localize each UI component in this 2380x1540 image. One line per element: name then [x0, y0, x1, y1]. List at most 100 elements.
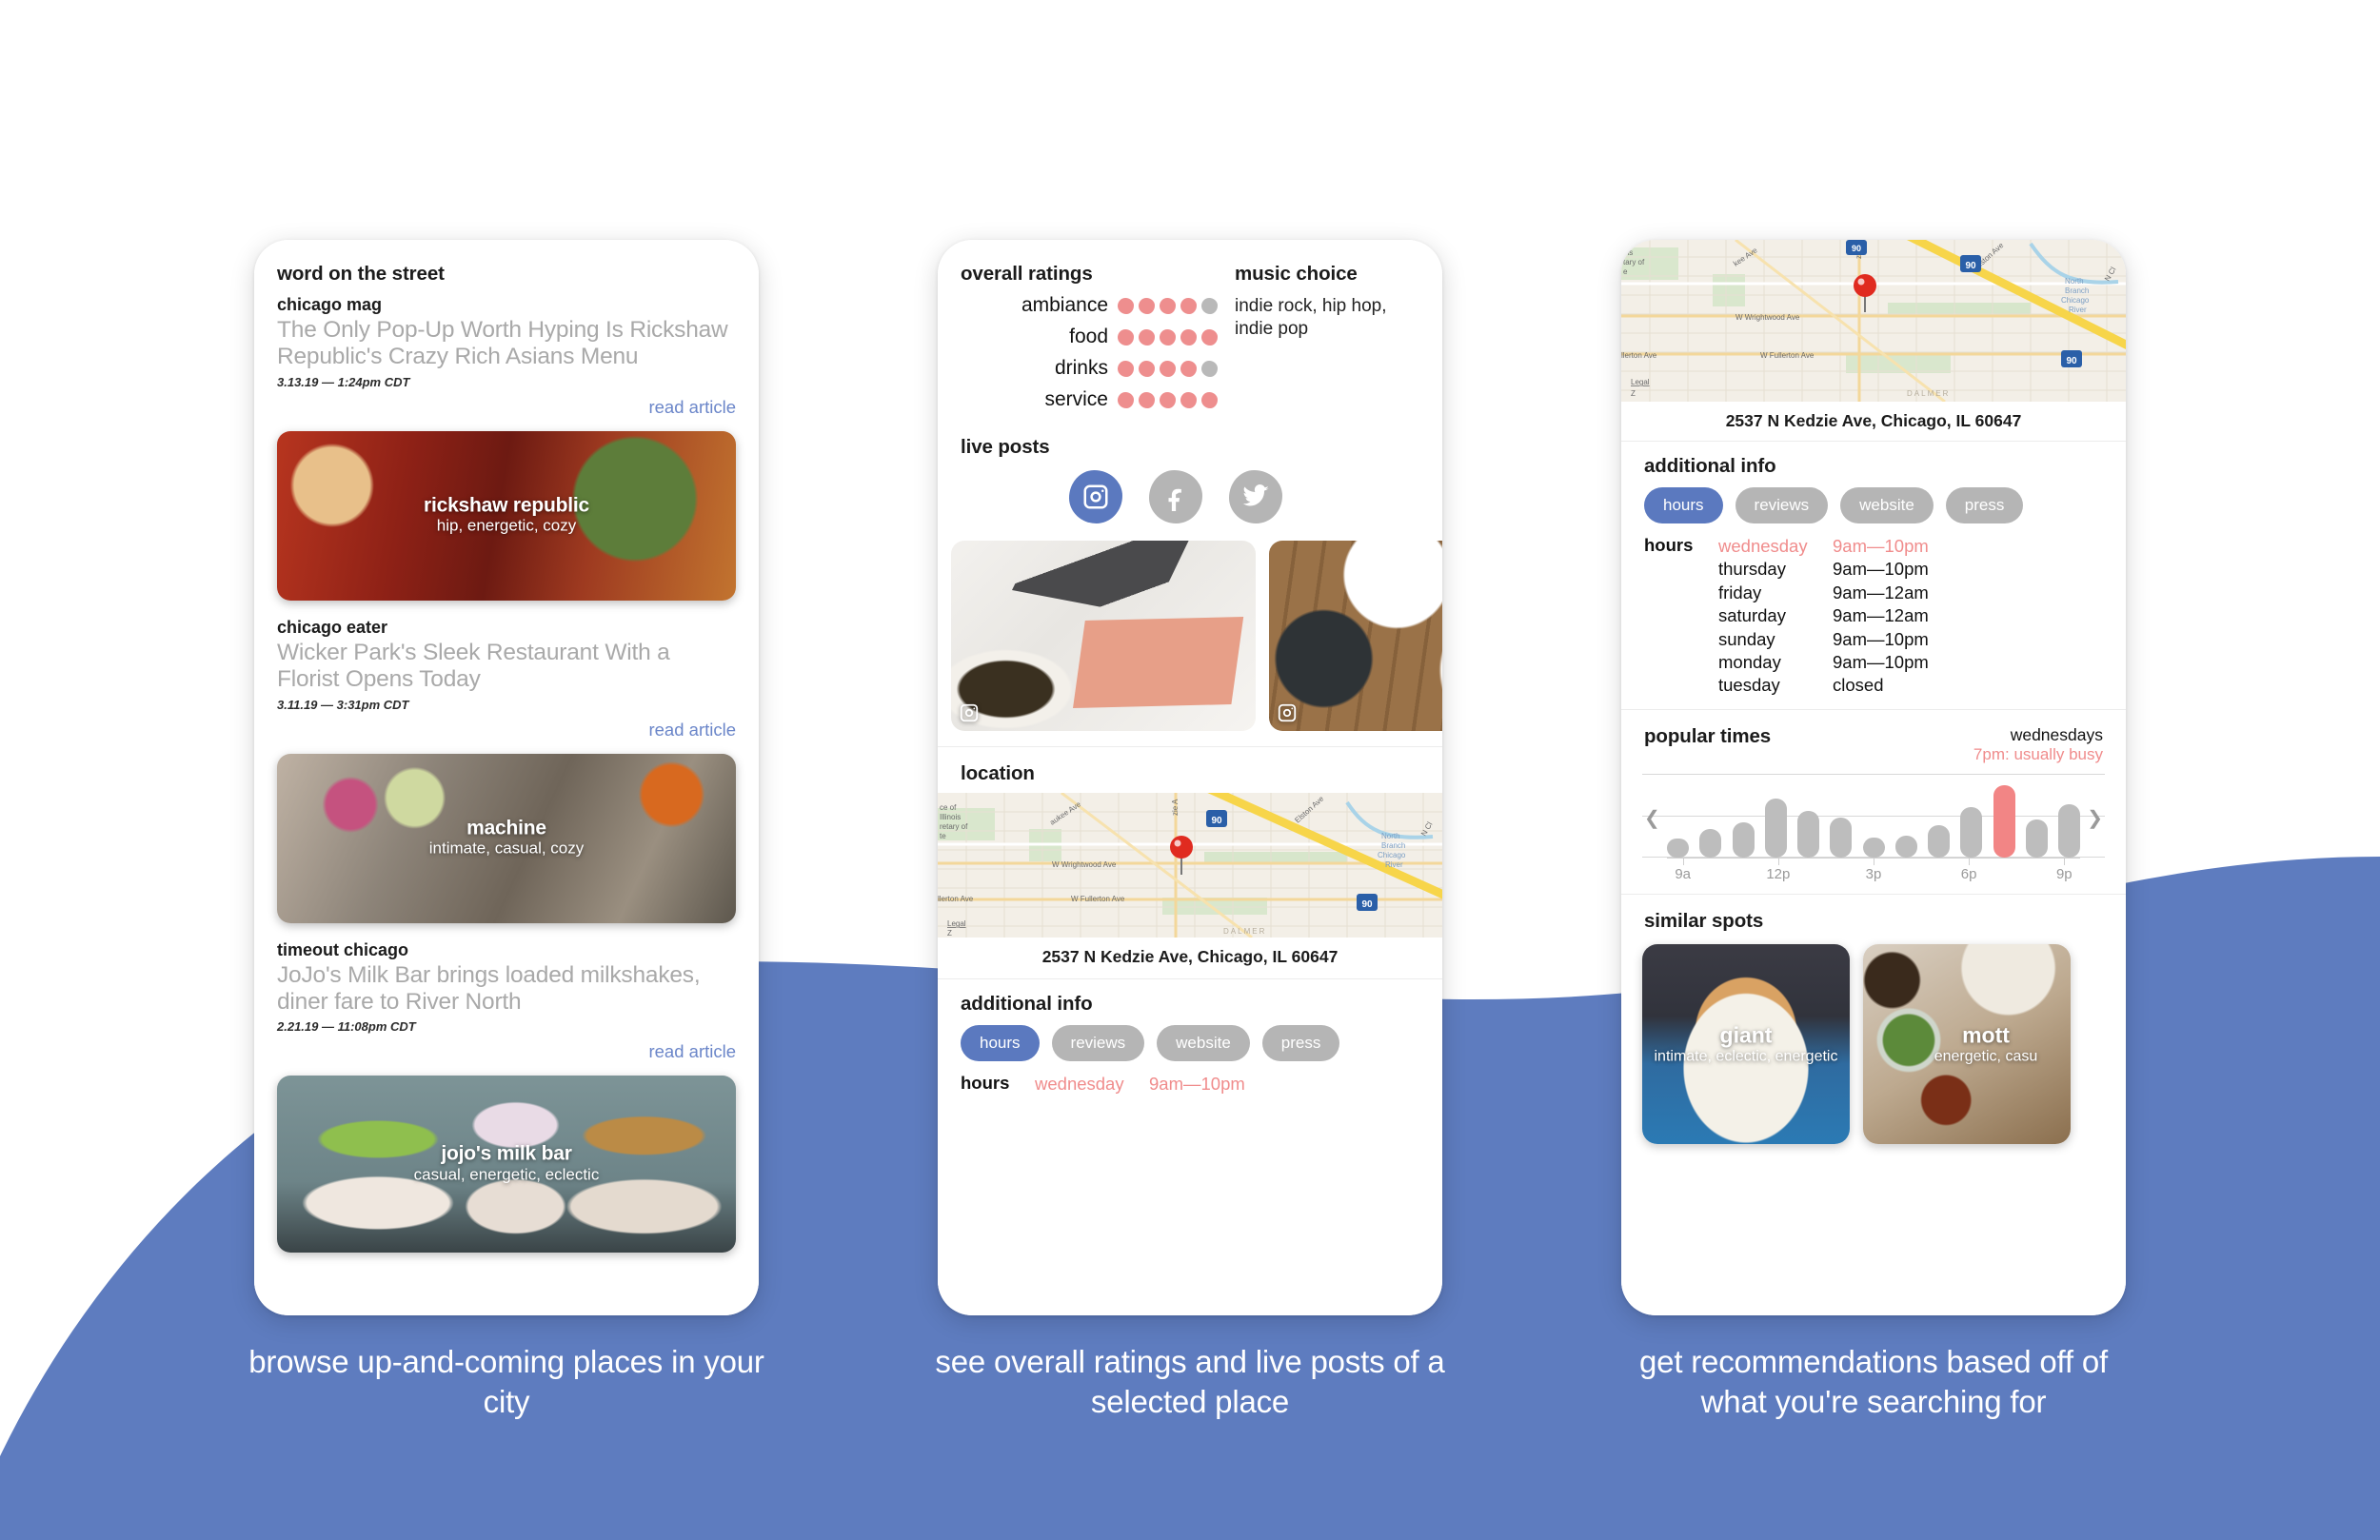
- interstate-90-shield-b: 90: [2061, 350, 2082, 367]
- chart-prev-arrow-icon[interactable]: ❮: [1644, 806, 1660, 830]
- axis-tick-label: 12p: [1766, 865, 1791, 882]
- tab-reviews[interactable]: reviews: [1735, 487, 1829, 523]
- additional-info-tabs: hours reviews website press: [1621, 478, 2126, 523]
- hours-table: wednesday 9am—10pm: [1035, 1073, 1245, 1096]
- word-on-the-street-header: word on the street: [254, 240, 759, 295]
- rating-label: ambiance: [1021, 294, 1108, 316]
- hours-time: 9am—10pm: [1149, 1074, 1245, 1094]
- tab-website[interactable]: website: [1157, 1025, 1250, 1061]
- read-article-link[interactable]: read article: [277, 397, 736, 418]
- section-title-additional-info: additional info: [961, 993, 1093, 1015]
- spot-caption: giant intimate, eclectic, energetic: [1642, 1022, 1850, 1065]
- axis-tick-label: 9a: [1675, 865, 1692, 882]
- popular-times-chart[interactable]: ❮ ❯ 9a 12p 3p 6p 9p: [1621, 764, 2126, 882]
- svg-text:Z: Z: [1631, 389, 1636, 398]
- popular-times-bar: [1797, 810, 1819, 858]
- live-post-thumbnail[interactable]: [1269, 541, 1442, 731]
- additional-info-header: additional info: [1621, 441, 2126, 478]
- instagram-badge-icon: [1277, 702, 1298, 723]
- popular-times-bar: [1960, 807, 1983, 858]
- article-item[interactable]: chicago eater Wicker Park's Sleek Restau…: [254, 618, 759, 740]
- article-item[interactable]: chicago mag The Only Pop-Up Worth Hyping…: [254, 295, 759, 418]
- svg-text:North: North: [1381, 832, 1400, 840]
- place-name: rickshaw republic: [423, 494, 589, 517]
- read-article-link[interactable]: read article: [277, 720, 736, 740]
- read-article-link[interactable]: read article: [277, 1041, 736, 1062]
- svg-text:North: North: [2065, 277, 2084, 286]
- svg-text:90: 90: [2066, 356, 2077, 366]
- phone-1-caption: browse up-and-coming places in your city: [248, 1344, 764, 1420]
- live-post-thumbnail[interactable]: [951, 541, 1256, 731]
- place-photo-card[interactable]: machine intimate, casual, cozy: [277, 753, 736, 923]
- svg-text:DALMER: DALMER: [1907, 389, 1950, 398]
- phone-3: oistary ofe kee Ave zie A W Wrightwood A…: [1621, 240, 2126, 1315]
- section-title-overall-ratings: overall ratings: [961, 263, 1093, 285]
- location-map[interactable]: oistary ofe kee Ave zie A W Wrightwood A…: [1621, 240, 2126, 402]
- svg-text:Chicago: Chicago: [1378, 851, 1406, 859]
- similar-spot-card[interactable]: giant intimate, eclectic, energetic: [1642, 943, 1850, 1144]
- phone-2-caption: see overall ratings and live posts of a …: [935, 1344, 1445, 1420]
- phone-column-1: word on the street chicago mag The Only …: [248, 240, 764, 1422]
- tab-website[interactable]: website: [1840, 487, 1934, 523]
- place-photo-card[interactable]: rickshaw republic hip, energetic, cozy: [277, 430, 736, 601]
- ratings-and-music: overall ratings ambiance food drinks ser…: [938, 240, 1442, 411]
- interstate-90-shield-top: 90: [1846, 240, 1867, 255]
- hours-time: 9am—10pm: [1833, 536, 1929, 556]
- chart-next-arrow-icon[interactable]: ❯: [2087, 806, 2103, 830]
- hours-row: sunday 9am—10pm: [1718, 628, 1929, 651]
- svg-text:W Wrightwood Ave: W Wrightwood Ave: [1735, 313, 1800, 322]
- popular-times-plot-area: ❮ ❯: [1642, 773, 2105, 858]
- place-photo-card[interactable]: jojo's milk bar casual, energetic, eclec…: [277, 1076, 736, 1254]
- svg-text:llerton Ave: llerton Ave: [938, 895, 974, 903]
- hours-day: tuesday: [1718, 675, 1780, 696]
- hours-time: 9am—12am: [1833, 605, 1929, 626]
- hours-label: hours: [961, 1073, 1010, 1093]
- hours-time: 9am—12am: [1833, 582, 1929, 602]
- hours-time: 9am—10pm: [1833, 628, 1929, 649]
- live-posts-header: live posts: [938, 411, 1442, 459]
- svg-text:zie A: zie A: [1171, 799, 1180, 816]
- hours-row: saturday 9am—12am: [1718, 604, 1929, 627]
- popular-times-bar: [1667, 839, 1689, 858]
- rating-row-ambiance: ambiance: [961, 294, 1218, 317]
- hours-day: wednesday: [1035, 1074, 1124, 1094]
- article-item[interactable]: timeout chicago JoJo's Milk Bar brings l…: [254, 940, 759, 1063]
- tab-press[interactable]: press: [1261, 1025, 1340, 1061]
- svg-text:River: River: [2069, 306, 2087, 314]
- similar-spots-row: giant intimate, eclectic, energetic mott…: [1621, 933, 2126, 1144]
- tab-reviews[interactable]: reviews: [1051, 1025, 1145, 1061]
- place-tags: casual, energetic, eclectic: [413, 1164, 600, 1183]
- location-header: location: [938, 746, 1442, 793]
- section-title-popular-times: popular times: [1644, 724, 1772, 747]
- svg-text:W Fullerton Ave: W Fullerton Ave: [1760, 351, 1815, 360]
- spot-tags: intimate, eclectic, energetic: [1654, 1048, 1838, 1065]
- svg-text:llerton Ave: llerton Ave: [1621, 351, 1657, 360]
- section-title-similar-spots: similar spots: [1644, 909, 1764, 932]
- hours-day: sunday: [1718, 628, 1775, 649]
- location-map[interactable]: ce of Illinois retary of te aukee Ave zie A…: [938, 793, 1442, 938]
- svg-text:W Wrightwood Ave: W Wrightwood Ave: [1052, 860, 1117, 869]
- axis-tick-label: 6p: [1960, 865, 1977, 882]
- hours-time: 9am—10pm: [1833, 559, 1929, 580]
- location-address: 2537 N Kedzie Ave, Chicago, IL 60647: [1725, 411, 2022, 430]
- popular-times-day: wednesdays: [2010, 724, 2103, 744]
- article-source: chicago mag: [277, 295, 383, 314]
- svg-text:Branch: Branch: [1381, 841, 1405, 850]
- axis-tick: [1777, 858, 1779, 865]
- article-date: 3.13.19 — 1:24pm CDT: [277, 374, 410, 389]
- axis-tick-label: 9p: [2055, 865, 2073, 882]
- tab-press[interactable]: press: [1945, 487, 2024, 523]
- hours-row: thursday 9am—10pm: [1718, 558, 1929, 581]
- tab-hours[interactable]: hours: [961, 1025, 1040, 1061]
- rating-dots: [1118, 360, 1218, 377]
- spot-caption: mott energetic, casu: [1863, 1022, 2071, 1065]
- phone-mockups-row: word on the street chicago mag The Only …: [0, 0, 2380, 1540]
- hours-row: wednesday 9am—10pm: [1718, 535, 1929, 558]
- similar-spot-card[interactable]: mott energetic, casu: [1863, 943, 2071, 1144]
- popular-times-bar: [1830, 817, 1853, 858]
- twitter-icon[interactable]: [1229, 470, 1282, 523]
- facebook-icon[interactable]: [1149, 470, 1202, 523]
- tab-hours[interactable]: hours: [1644, 487, 1723, 523]
- instagram-icon[interactable]: [1069, 470, 1122, 523]
- popular-times-bar: [1993, 785, 2015, 858]
